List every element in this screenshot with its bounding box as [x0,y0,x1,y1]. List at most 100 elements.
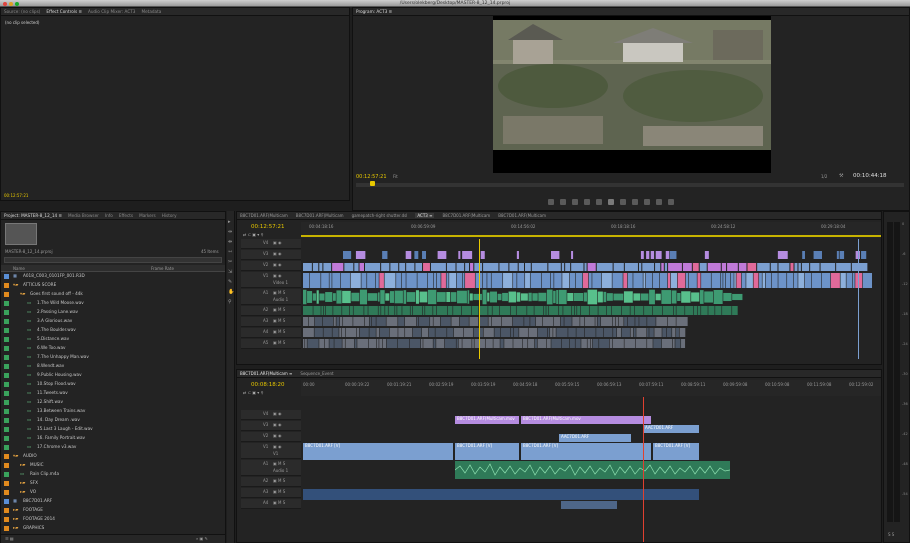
tab-sequence-event[interactable]: Sequence_Event [300,371,333,376]
clip-v1[interactable] [840,273,846,288]
clip-v3[interactable] [777,251,788,259]
clip-audio-lane[interactable] [613,328,617,337]
clip-a1[interactable] [419,291,428,303]
clip-v2[interactable] [820,263,836,271]
clip-v2[interactable] [738,263,747,271]
clip-a1[interactable] [723,292,732,302]
clip-v2[interactable] [359,263,364,271]
clip-a1[interactable] [558,289,567,305]
clip-v2[interactable] [668,263,682,271]
clip-v1[interactable] [762,273,766,288]
clip-v1[interactable] [575,273,583,288]
tab-audio-clip-mixer[interactable]: Audio Clip Mixer: ACT3 [88,9,136,14]
clip-audio-lane[interactable] [647,339,653,348]
clip-audio-lane[interactable] [633,328,636,337]
clip-audio-lane[interactable] [451,317,460,326]
playhead-top[interactable] [479,239,480,359]
audio-file-icon[interactable]: ▭ [27,443,31,451]
clip-audio-lane[interactable] [435,328,447,337]
clip-a2[interactable] [453,306,462,315]
clip-a1[interactable] [367,293,378,301]
clip-a2[interactable] [381,306,385,315]
clip-v1[interactable] [550,273,554,288]
clip-a2[interactable] [574,306,577,315]
audio-file-icon[interactable]: ▭ [27,335,31,343]
clip-a1[interactable] [316,290,319,304]
clip-audio-lane[interactable] [447,328,454,337]
clip-v1[interactable] [456,273,463,288]
clip-a1[interactable] [325,292,333,302]
clip-a2[interactable] [313,306,321,315]
clip-a1[interactable] [446,291,451,303]
clip-audio-lane[interactable] [675,339,681,348]
clip-v1[interactable] [787,273,794,288]
clip-v1[interactable] [753,273,759,288]
clip-end-marker[interactable] [858,239,859,359]
clip-audio-lane[interactable] [534,339,537,348]
clip-audio-lane[interactable] [501,317,513,326]
clip-v2[interactable] [778,263,790,271]
track-header-v3[interactable]: V3 ▣ ◉ [241,421,301,431]
clip-v1[interactable] [396,273,402,288]
clip-audio-lane[interactable] [546,339,551,348]
clip-audio-lane[interactable] [661,339,673,348]
clip-file-icon[interactable]: ▦ [13,497,17,505]
clip-audio-lane[interactable] [463,328,473,337]
playback-resolution[interactable]: 1/2 [821,174,827,179]
clip-a2[interactable] [303,306,313,315]
new-item-icon[interactable]: ⌕ ▣ ✎ [196,536,208,541]
clip-v1[interactable] [449,273,457,288]
project-row[interactable]: ▭ 1.The Wild Moose.wav [1,299,225,307]
tab-multicam[interactable]: B8C7D01.ARF(Multicam ≡ [240,371,292,376]
audio-file-icon[interactable]: ▭ [27,344,31,352]
clip-audio-lane[interactable] [584,317,595,326]
wrench-icon[interactable]: ⚒ [839,173,843,179]
clip-v3[interactable] [646,251,650,259]
clip-a2[interactable] [402,306,410,315]
clip-a2[interactable] [548,306,559,315]
clip-audio-lane[interactable] [639,317,647,326]
clip-a2[interactable] [611,306,622,315]
clip-v1[interactable] [446,273,449,288]
clip-a2[interactable] [606,306,612,315]
tab-seq-2[interactable]: B8C7D01.ARF(Multicam [296,213,344,218]
clip-audio-lane[interactable] [672,339,675,348]
clip-v2[interactable] [430,263,446,271]
clip-a1[interactable] [732,293,743,301]
clip-v1[interactable] [433,273,437,288]
clip-audio-lane[interactable] [418,317,430,326]
clip-v1-c[interactable]: B8C7D01.ARF [V] [521,443,651,460]
marker-button[interactable] [548,199,554,205]
clip-a1[interactable] [303,289,307,305]
clip-a1[interactable] [380,290,385,304]
clip-v1[interactable] [582,273,589,288]
clip-v2[interactable] [801,263,810,271]
clip-a2[interactable] [644,306,653,315]
clip-audio-lane[interactable] [635,317,639,326]
clip-v3[interactable] [422,251,427,259]
clip-v2[interactable] [642,263,655,271]
clip-v2[interactable] [757,263,770,271]
clip-v2[interactable] [596,263,613,271]
clip-v3[interactable] [669,251,677,259]
clip-v1[interactable] [633,273,643,288]
clip-a2[interactable] [321,306,324,315]
clip-v1[interactable] [321,273,329,288]
tab-seq-5[interactable]: B8C7D01.ARF(Multicam [442,213,490,218]
clip-v2[interactable] [423,263,430,271]
clip-audio-lane[interactable] [581,339,587,348]
clip-audio-lane[interactable] [599,339,610,348]
clip-audio-lane[interactable] [412,328,422,337]
clip-v2[interactable] [332,263,344,271]
track-mute-solo-icon[interactable]: ▣ M S [273,461,285,466]
bin-icon[interactable]: ▸▰ [13,506,18,514]
project-row[interactable]: ▭ 15.Last 3 Laugh - Edit.wav [1,425,225,433]
clip-v1[interactable] [771,273,778,288]
clip-audio-lane[interactable] [519,328,528,337]
clip-v1[interactable] [627,273,633,288]
clip-v2[interactable] [692,263,699,271]
clip-audio-lane[interactable] [319,339,325,348]
clip-v1[interactable] [688,273,697,288]
tab-effect-controls[interactable]: Effect Controls ≡ [46,9,82,14]
clip-v2[interactable] [624,263,638,271]
